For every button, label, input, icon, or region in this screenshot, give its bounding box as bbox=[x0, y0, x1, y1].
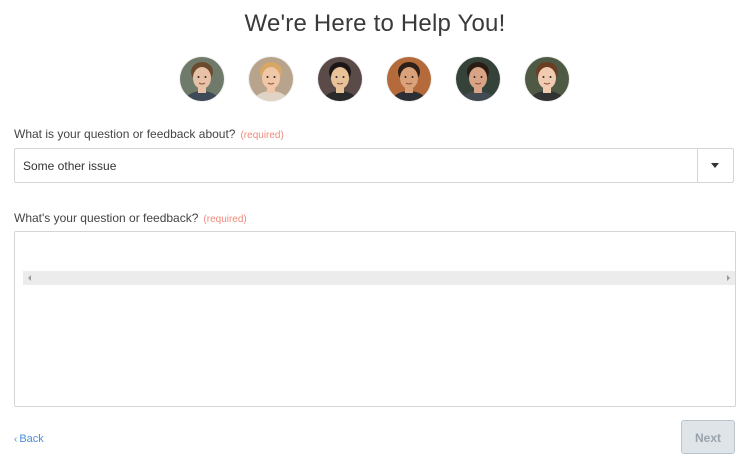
team-member-avatar bbox=[387, 57, 431, 101]
feedback-required-hint: (required) bbox=[203, 214, 247, 225]
support-team-avatars bbox=[0, 57, 750, 103]
team-member-avatar bbox=[249, 57, 293, 101]
help-form-page: We're Here to Help You! What is your que… bbox=[0, 0, 750, 463]
chevron-left-icon: ‹ bbox=[14, 434, 18, 445]
feedback-field-label: What's your question or feedback? (requir… bbox=[14, 211, 247, 225]
topic-field-label: What is your question or feedback about?… bbox=[14, 127, 284, 141]
horizontal-scrollbar[interactable] bbox=[23, 271, 735, 285]
caret-down-icon bbox=[711, 163, 719, 168]
feedback-textarea[interactable] bbox=[14, 231, 736, 407]
page-title: We're Here to Help You! bbox=[244, 10, 506, 37]
team-member-avatar bbox=[318, 57, 362, 101]
back-label: Back bbox=[19, 433, 44, 445]
topic-select-value: Some other issue bbox=[23, 159, 117, 173]
next-button[interactable]: Next bbox=[681, 420, 735, 454]
team-member-avatar bbox=[456, 57, 500, 101]
scroll-left-arrow-icon[interactable] bbox=[28, 275, 31, 281]
back-link[interactable]: ‹ Back bbox=[14, 433, 44, 445]
topic-label-text: What is your question or feedback about? bbox=[14, 127, 236, 141]
topic-select[interactable]: Some other issue bbox=[14, 148, 734, 183]
team-member-avatar bbox=[525, 57, 569, 101]
topic-select-toggle[interactable] bbox=[697, 149, 733, 182]
team-member-avatar bbox=[180, 57, 224, 101]
scroll-right-arrow-icon[interactable] bbox=[727, 275, 730, 281]
topic-required-hint: (required) bbox=[240, 130, 284, 141]
feedback-label-text: What's your question or feedback? bbox=[14, 211, 199, 225]
